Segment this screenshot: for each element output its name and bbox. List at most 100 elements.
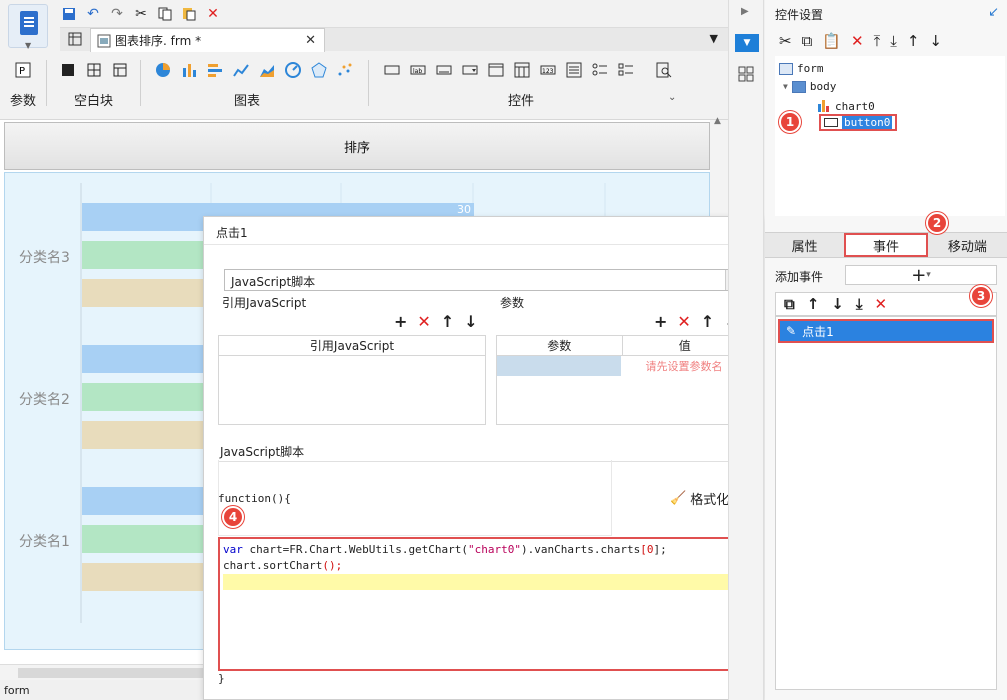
param-row[interactable]: 请先设置参数名 bbox=[497, 356, 747, 376]
add-icon[interactable]: + bbox=[394, 312, 407, 331]
search-control-icon[interactable] bbox=[656, 62, 672, 78]
move-down-icon[interactable]: ↓ bbox=[929, 32, 942, 50]
step-badge-4: 4 bbox=[222, 506, 244, 528]
ribbon-expand-icon[interactable]: ⌄ bbox=[668, 92, 676, 103]
radar-chart-icon[interactable] bbox=[311, 62, 327, 78]
delete-icon[interactable]: ✕ bbox=[204, 5, 222, 23]
code-token: chart.sortChart bbox=[223, 559, 323, 572]
parameter-icon[interactable]: P bbox=[15, 62, 31, 78]
add-event-button[interactable]: + ▾ bbox=[845, 265, 997, 286]
date-control-icon[interactable] bbox=[488, 62, 504, 78]
split-block-icon[interactable] bbox=[86, 62, 102, 78]
remove-icon[interactable]: ✕ bbox=[417, 312, 430, 331]
redo-icon[interactable]: ↷ bbox=[108, 5, 126, 23]
delete-icon[interactable]: ✕ bbox=[851, 32, 864, 50]
dialog-title: 点击1 bbox=[204, 217, 762, 245]
tab-dropdown-icon[interactable]: ▼ bbox=[710, 32, 718, 45]
components-tab-icon[interactable] bbox=[738, 66, 754, 82]
app-menu-icon[interactable]: ▼ bbox=[8, 4, 48, 50]
delete-icon[interactable]: ✕ bbox=[875, 295, 888, 313]
paste-icon[interactable]: 📋 bbox=[822, 32, 841, 50]
textarea-control-icon[interactable] bbox=[566, 62, 582, 78]
area-chart-icon[interactable] bbox=[259, 62, 275, 78]
expand-arrow-icon[interactable]: ▼ bbox=[783, 82, 788, 91]
body-icon bbox=[791, 80, 806, 93]
script-type-select[interactable]: JavaScript脚本 ⌄ bbox=[224, 269, 744, 291]
code-token: "chart0" bbox=[468, 543, 522, 556]
save-icon[interactable] bbox=[60, 5, 78, 23]
svg-text:lab: lab bbox=[413, 68, 422, 75]
code-editor[interactable]: var chart=FR.Chart.WebUtils.getChart("ch… bbox=[218, 537, 748, 671]
svg-text:P: P bbox=[19, 66, 25, 77]
move-up-icon[interactable]: ↑ bbox=[907, 32, 920, 50]
blank-block-icon[interactable] bbox=[60, 62, 76, 78]
chart-icon bbox=[817, 98, 831, 115]
text-control-icon[interactable] bbox=[436, 62, 452, 78]
tab-events[interactable]: 事件 bbox=[844, 233, 928, 257]
tree-node-form[interactable]: form bbox=[779, 62, 824, 75]
paste-icon[interactable] bbox=[180, 5, 198, 23]
category-label-2: 分类名2 bbox=[19, 392, 70, 408]
script-section-label: JavaScript脚本 bbox=[220, 445, 305, 459]
expand-panel-icon[interactable]: ▶ bbox=[741, 6, 749, 17]
column-chart-icon[interactable] bbox=[181, 62, 197, 78]
ribbon-group-charts: 图表 bbox=[234, 94, 261, 109]
ref-js-column-header: 引用JavaScript bbox=[309, 339, 395, 353]
form-file-icon bbox=[97, 34, 111, 47]
label-control-icon[interactable]: lab bbox=[410, 62, 426, 78]
event-item[interactable]: ✎ 点击1 bbox=[778, 319, 994, 343]
grid-view-icon[interactable] bbox=[68, 32, 82, 49]
move-top-icon[interactable]: ⤒ bbox=[874, 32, 881, 50]
tab-mobile[interactable]: 移动端 bbox=[928, 233, 1007, 257]
quick-access-toolbar: ↶ ↷ ✂ ✕ bbox=[60, 3, 222, 25]
radio-group-icon[interactable] bbox=[592, 62, 608, 78]
svg-text:123: 123 bbox=[542, 68, 554, 75]
edit-icon: ✎ bbox=[786, 324, 797, 338]
move-bottom-icon[interactable]: ⤓ bbox=[890, 32, 897, 50]
event-item-label: 点击1 bbox=[802, 324, 834, 339]
cut-icon[interactable]: ✂ bbox=[779, 32, 792, 50]
checkbox-group-icon[interactable] bbox=[618, 62, 634, 78]
move-up-icon[interactable]: ↑ bbox=[441, 312, 454, 331]
widget-settings-tab-icon[interactable]: ▼ bbox=[735, 34, 759, 52]
tab-properties[interactable]: 属性 bbox=[765, 233, 844, 257]
code-token: chart=FR.Chart.WebUtils.getChart( bbox=[242, 543, 469, 556]
sort-button[interactable]: 排序 bbox=[4, 122, 710, 170]
add-icon[interactable]: + bbox=[654, 312, 667, 331]
document-tab-bar: 图表排序. frm * ✕ ▼ bbox=[60, 27, 728, 52]
event-toolbar: ⧉ ↑ ↓ ⤓ ✕ bbox=[775, 292, 997, 316]
move-bottom-icon[interactable]: ⤓ bbox=[856, 295, 863, 313]
button-control-icon[interactable] bbox=[384, 62, 400, 78]
settings-tabs: 属性 事件 移动端 bbox=[765, 232, 1007, 258]
line-chart-icon[interactable] bbox=[233, 62, 249, 78]
scatter-chart-icon[interactable] bbox=[337, 62, 353, 78]
cut-icon[interactable]: ✂ bbox=[132, 5, 150, 23]
tab-block-icon[interactable] bbox=[112, 62, 128, 78]
tree-node-button0[interactable]: button0 bbox=[819, 114, 898, 131]
copy-icon[interactable]: ⧉ bbox=[802, 32, 813, 50]
undo-icon[interactable]: ↶ bbox=[84, 5, 102, 23]
copy-icon[interactable] bbox=[156, 5, 174, 23]
combo-control-icon[interactable] bbox=[462, 62, 478, 78]
bar-chart-icon[interactable] bbox=[207, 62, 223, 78]
remove-icon[interactable]: ✕ bbox=[677, 312, 690, 331]
ref-js-section-label: 引用JavaScript bbox=[222, 296, 307, 310]
close-tab-icon[interactable]: ✕ bbox=[305, 33, 316, 48]
tree-node-body[interactable]: ▼ body bbox=[783, 80, 836, 93]
gauge-chart-icon[interactable] bbox=[285, 62, 301, 78]
move-up-icon[interactable]: ↑ bbox=[807, 295, 820, 313]
param-name-cell[interactable] bbox=[497, 356, 621, 376]
pie-chart-icon[interactable] bbox=[155, 62, 171, 78]
move-down-icon[interactable]: ↓ bbox=[831, 295, 844, 313]
number-control-icon[interactable]: 123 bbox=[540, 62, 556, 78]
tree-node-chart0[interactable]: chart0 bbox=[817, 98, 875, 115]
calendar-control-icon[interactable] bbox=[514, 62, 530, 78]
tab-chart-sort[interactable]: 图表排序. frm * ✕ bbox=[90, 28, 325, 52]
event-list: ✎ 点击1 bbox=[775, 316, 997, 690]
form-icon bbox=[779, 62, 793, 75]
collapse-panel-icon[interactable]: ↙ bbox=[988, 5, 999, 20]
button-icon bbox=[824, 118, 838, 127]
move-down-icon[interactable]: ↓ bbox=[464, 312, 477, 331]
move-up-icon[interactable]: ↑ bbox=[701, 312, 714, 331]
copy-icon[interactable]: ⧉ bbox=[784, 295, 795, 313]
